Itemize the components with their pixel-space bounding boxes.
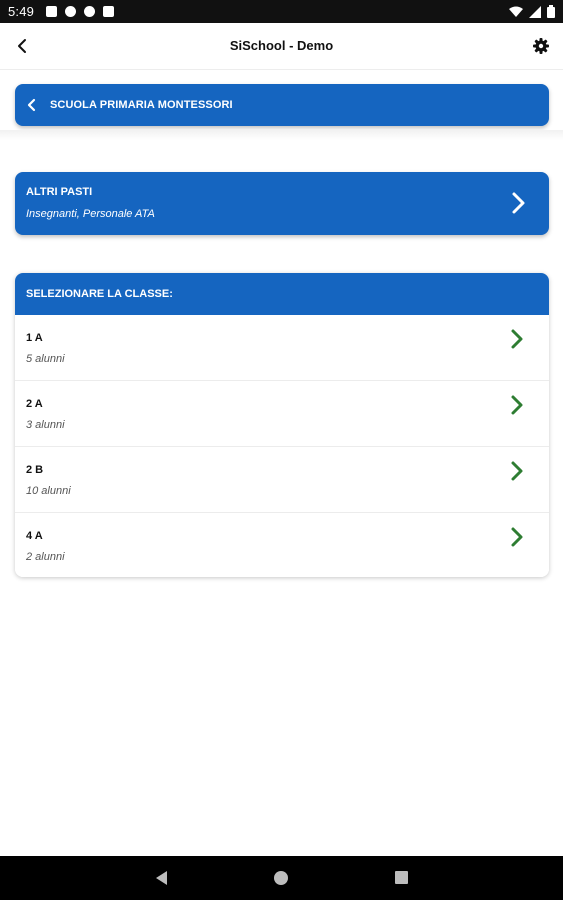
class-student-count: 3 alunni — [26, 419, 65, 431]
notification-icon — [46, 6, 57, 17]
gear-icon[interactable] — [531, 36, 551, 56]
class-name: 4 A — [26, 530, 43, 542]
notification-icons — [46, 6, 114, 17]
status-time: 5:49 — [8, 4, 35, 19]
chevron-right-icon — [511, 329, 523, 349]
sd-card-icon — [103, 6, 114, 17]
school-name: SCUOLA PRIMARIA MONTESSORI — [50, 99, 233, 111]
class-row-1a[interactable]: 1 A 5 alunni — [15, 315, 549, 381]
nav-home-icon[interactable] — [274, 871, 288, 885]
school-selector-button[interactable]: SCUOLA PRIMARIA MONTESSORI — [15, 84, 549, 126]
class-list-header: SELEZIONARE LA CLASSE: — [15, 273, 549, 315]
chevron-right-icon — [512, 192, 525, 214]
class-name: 2 A — [26, 398, 43, 410]
class-row-2a[interactable]: 2 A 3 alunni — [15, 381, 549, 447]
class-student-count: 10 alunni — [26, 485, 71, 497]
signal-icon — [529, 5, 541, 18]
class-name: 2 B — [26, 464, 44, 476]
app-title: SiSchool - Demo — [229, 38, 334, 53]
notification-icon — [65, 6, 76, 17]
nav-recents-icon[interactable] — [395, 871, 408, 884]
altri-pasti-title: ALTRI PASTI — [26, 186, 93, 198]
system-nav-bar — [0, 856, 563, 900]
chevron-right-icon — [511, 527, 523, 547]
class-student-count: 2 alunni — [26, 551, 65, 563]
app-bar: SiSchool - Demo — [0, 23, 563, 70]
wifi-icon — [509, 6, 523, 17]
chevron-left-icon — [27, 98, 36, 112]
class-list: SELEZIONARE LA CLASSE: 1 A 5 alunni 2 A … — [15, 273, 549, 577]
class-student-count: 5 alunni — [26, 353, 65, 365]
status-bar: 5:49 — [0, 0, 563, 23]
flipboard-icon — [84, 6, 95, 17]
chevron-right-icon — [511, 395, 523, 415]
battery-icon — [547, 5, 555, 18]
altri-pasti-button[interactable]: ALTRI PASTI Insegnanti, Personale ATA — [15, 172, 549, 235]
section-divider — [0, 130, 563, 140]
system-icons — [509, 5, 555, 18]
class-name: 1 A — [26, 332, 43, 344]
nav-back-icon[interactable] — [154, 870, 170, 886]
class-row-2b[interactable]: 2 B 10 alunni — [15, 447, 549, 513]
chevron-right-icon — [511, 461, 523, 481]
altri-pasti-subtitle: Insegnanti, Personale ATA — [26, 208, 155, 220]
class-row-4a[interactable]: 4 A 2 alunni — [15, 513, 549, 577]
